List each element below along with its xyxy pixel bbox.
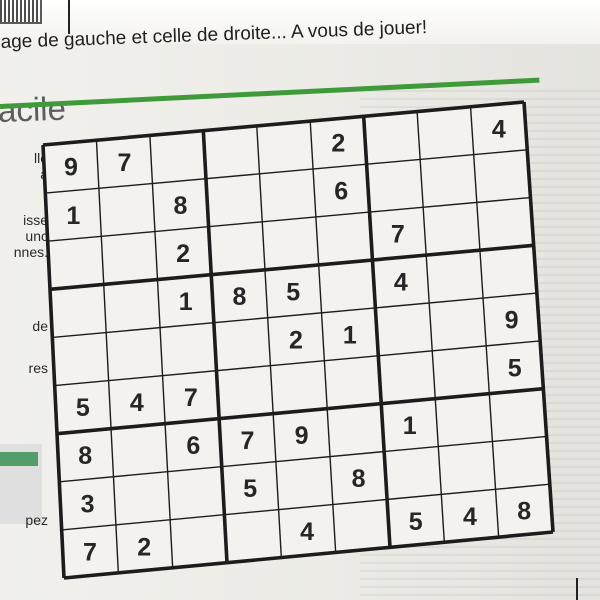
sudoku-digit: 8 (352, 465, 366, 493)
sudoku-digit: 2 (137, 533, 151, 561)
sudoku-digit: 5 (409, 508, 423, 536)
sudoku-digit: 8 (232, 283, 246, 311)
sudoku-digit: 4 (130, 389, 144, 417)
sudoku-digit: 7 (184, 384, 198, 412)
sudoku-digit: 7 (391, 221, 405, 249)
sudoku-digit: 2 (331, 130, 345, 158)
sudoku-digit: 2 (289, 326, 303, 354)
sudoku-digit: 4 (463, 503, 477, 531)
sudoku-digit: 3 (81, 490, 95, 518)
sudoku-digit: 1 (403, 412, 417, 440)
sudoku-digit: 6 (334, 178, 348, 206)
sudoku-digit: 7 (241, 427, 255, 455)
sudoku-grid: 9 7 2 4 1 8 6 2 7 1 8 5 4 2 1 9 5 4 7 5 8 6 7 9 1 3 5 8 7 2 4 5 4 8 (41, 100, 555, 580)
sudoku-digit: 9 (64, 154, 78, 182)
sudoku-digit: 1 (66, 202, 80, 230)
sudoku-digit: 8 (517, 498, 531, 526)
sudoku-digit: 7 (117, 149, 131, 177)
sudoku-digit: 2 (176, 240, 190, 268)
sudoku-digit: 5 (286, 278, 300, 306)
sudoku-digit: 9 (505, 306, 519, 334)
sudoku-digit: 5 (76, 394, 90, 422)
newspaper-page: age de gauche et celle de droite... A vo… (0, 0, 600, 600)
edge-rule (576, 578, 578, 600)
sudoku-digit: 9 (295, 422, 309, 450)
sudoku-digit: 4 (492, 115, 506, 143)
sudoku-digit: 4 (394, 268, 408, 296)
sudoku-digit: 6 (186, 432, 200, 460)
sudoku-digit: 8 (78, 442, 92, 470)
sudoku-digit: 8 (174, 192, 188, 220)
sudoku-digit: 1 (179, 288, 193, 316)
sudoku-digit: 5 (243, 475, 257, 503)
sudoku-digit: 1 (343, 321, 357, 349)
sudoku-digit: 4 (300, 518, 314, 546)
sudoku-digit: 7 (83, 538, 97, 566)
sudoku-digit: 5 (508, 354, 522, 382)
